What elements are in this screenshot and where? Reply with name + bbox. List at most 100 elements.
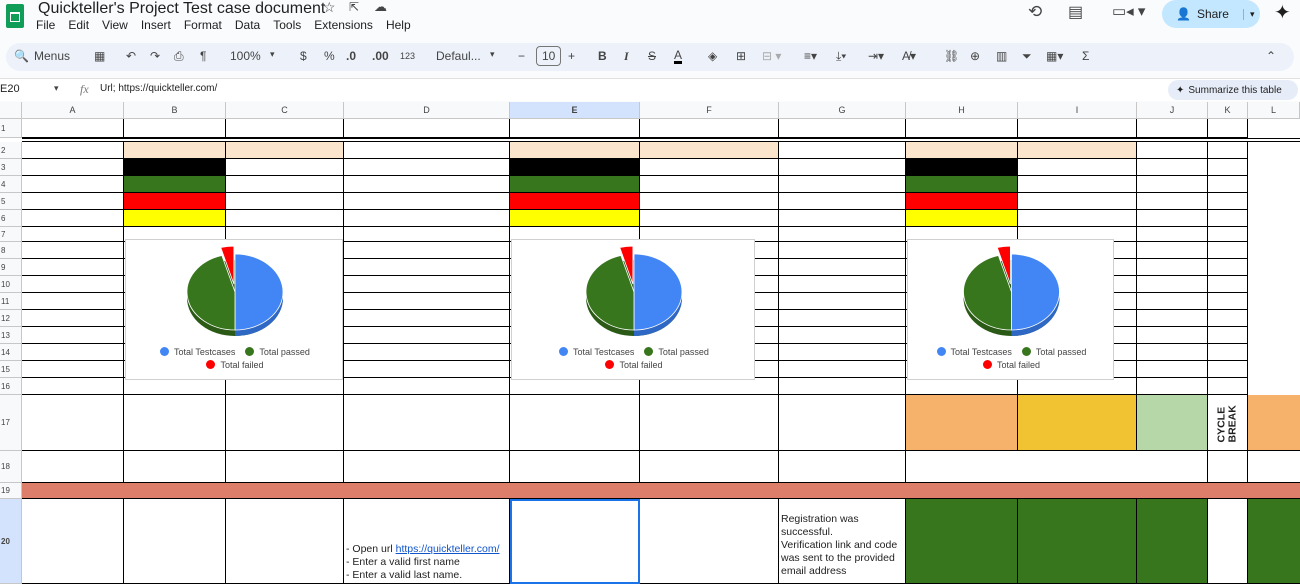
empty-cell[interactable]: [779, 193, 906, 210]
stat-value[interactable]: [226, 193, 344, 210]
empty-cell[interactable]: [1137, 193, 1208, 210]
pie-chart-0[interactable]: Total Testcases Total passed Total failed: [125, 239, 343, 380]
cycle-label-1[interactable]: [640, 142, 779, 159]
header-steps[interactable]: [344, 451, 510, 483]
empty-cell[interactable]: [640, 499, 779, 584]
actual-results-cell[interactable]: Registration was successful. Verificatio…: [779, 499, 906, 584]
empty-cell[interactable]: [510, 119, 640, 138]
insert-chart-icon[interactable]: ▥: [996, 49, 1007, 63]
empty-cell[interactable]: [344, 344, 510, 361]
empty-cell[interactable]: [1018, 119, 1137, 138]
empty-cell[interactable]: [779, 242, 906, 259]
empty-cell[interactable]: [1137, 210, 1208, 227]
stat-label[interactable]: [124, 210, 226, 227]
print-preview-icon[interactable]: ▦: [94, 49, 105, 63]
result-pass-cell[interactable]: [1248, 499, 1300, 584]
empty-cell[interactable]: [779, 142, 906, 159]
row-header-2[interactable]: 2: [0, 142, 22, 159]
empty-cell[interactable]: [779, 293, 906, 310]
empty-cell[interactable]: [1208, 210, 1248, 227]
zoom-chevron-icon[interactable]: ▾: [270, 49, 275, 60]
menu-data[interactable]: Data: [235, 18, 260, 32]
italic-icon[interactable]: I: [624, 49, 629, 64]
column-header-c[interactable]: C: [226, 102, 344, 119]
horizontal-align-icon[interactable]: ≡▾: [804, 49, 817, 63]
legend-item[interactable]: Total Testcases: [559, 347, 634, 357]
row-header-11[interactable]: 11: [0, 293, 22, 310]
document-title[interactable]: Quickteller's Project Test case document: [38, 0, 325, 18]
chrome-result-header-2[interactable]: [1248, 395, 1300, 451]
empty-cell[interactable]: [1208, 227, 1248, 242]
empty-cell[interactable]: [1208, 310, 1248, 327]
empty-cell[interactable]: [22, 176, 124, 193]
row-header-20[interactable]: 20: [0, 499, 22, 584]
legend-item[interactable]: Total passed: [644, 347, 709, 357]
name-box-chevron-icon[interactable]: ▾: [54, 83, 59, 94]
empty-cell[interactable]: [22, 242, 124, 259]
browser-name-0[interactable]: [124, 142, 226, 159]
row-header-8[interactable]: 8: [0, 242, 22, 259]
empty-cell[interactable]: [1208, 159, 1248, 176]
insert-link-icon[interactable]: ⛓: [944, 49, 959, 63]
empty-cell[interactable]: [1208, 193, 1248, 210]
empty-cell[interactable]: [1208, 142, 1248, 159]
result-pass-cell[interactable]: [1137, 499, 1208, 584]
vertical-align-icon[interactable]: ⤓▾: [836, 49, 846, 64]
zoom-select[interactable]: 100%: [230, 49, 261, 63]
stat-value[interactable]: [226, 176, 344, 193]
empty-cell[interactable]: [344, 119, 510, 138]
empty-cell[interactable]: [344, 395, 510, 451]
stat-value[interactable]: [1018, 210, 1137, 227]
stat-label[interactable]: [906, 159, 1018, 176]
empty-cell[interactable]: [124, 378, 226, 395]
legend-item[interactable]: Total passed: [1021, 347, 1086, 357]
empty-cell[interactable]: [779, 395, 906, 451]
empty-cell[interactable]: [1208, 259, 1248, 276]
column-header-j[interactable]: J: [1137, 102, 1208, 119]
gemini-icon[interactable]: ✦: [1274, 0, 1291, 25]
decrease-decimal-button[interactable]: .0: [346, 49, 356, 63]
empty-cell[interactable]: [1208, 293, 1248, 310]
stat-label[interactable]: [510, 176, 640, 193]
header-suite-id[interactable]: [22, 451, 124, 483]
currency-button[interactable]: $: [300, 49, 307, 63]
name-box[interactable]: E20: [0, 83, 20, 95]
empty-cell[interactable]: [226, 378, 344, 395]
header-expected[interactable]: [640, 451, 779, 483]
empty-cell[interactable]: [779, 259, 906, 276]
column-header-i[interactable]: I: [1018, 102, 1137, 119]
percent-button[interactable]: %: [324, 49, 335, 63]
stat-value[interactable]: [640, 210, 779, 227]
font-chevron-icon[interactable]: ▾: [490, 49, 495, 60]
menu-extensions[interactable]: Extensions: [314, 18, 373, 32]
empty-cell[interactable]: [779, 227, 906, 242]
collapse-toolbar-icon[interactable]: ⌃: [1266, 49, 1276, 63]
increase-decimal-button[interactable]: .00: [372, 49, 389, 63]
empty-cell[interactable]: [1208, 176, 1248, 193]
text-wrap-icon[interactable]: ⇥▾: [868, 49, 884, 63]
column-header-a[interactable]: A: [22, 102, 124, 119]
test-data-cell[interactable]: [510, 499, 640, 584]
empty-cell[interactable]: [1018, 378, 1137, 395]
column-header-b[interactable]: B: [124, 102, 226, 119]
menu-tools[interactable]: Tools: [273, 18, 301, 32]
meet-icon[interactable]: ▭◂ ▾: [1112, 2, 1145, 20]
legend-item[interactable]: Total failed: [605, 360, 663, 370]
row-header-9[interactable]: 9: [0, 259, 22, 276]
strikethrough-icon[interactable]: S: [648, 49, 656, 63]
empty-cell[interactable]: [640, 119, 779, 138]
empty-cell[interactable]: [779, 344, 906, 361]
font-select[interactable]: Defaul...: [436, 49, 481, 63]
move-folder-icon[interactable]: ⇱: [349, 0, 359, 14]
row-header-4[interactable]: 4: [0, 176, 22, 193]
legend-item[interactable]: Total Testcases: [936, 347, 1012, 357]
empty-cell[interactable]: [1208, 242, 1248, 259]
browser-name-2[interactable]: [906, 142, 1018, 159]
empty-cell[interactable]: [22, 395, 124, 451]
browser-name-1[interactable]: [510, 142, 640, 159]
empty-cell[interactable]: [1208, 378, 1248, 395]
empty-cell[interactable]: [1208, 276, 1248, 293]
header-description[interactable]: [226, 451, 344, 483]
row-header-16[interactable]: 16: [0, 378, 22, 395]
legend-item[interactable]: Total Testcases: [160, 347, 235, 357]
